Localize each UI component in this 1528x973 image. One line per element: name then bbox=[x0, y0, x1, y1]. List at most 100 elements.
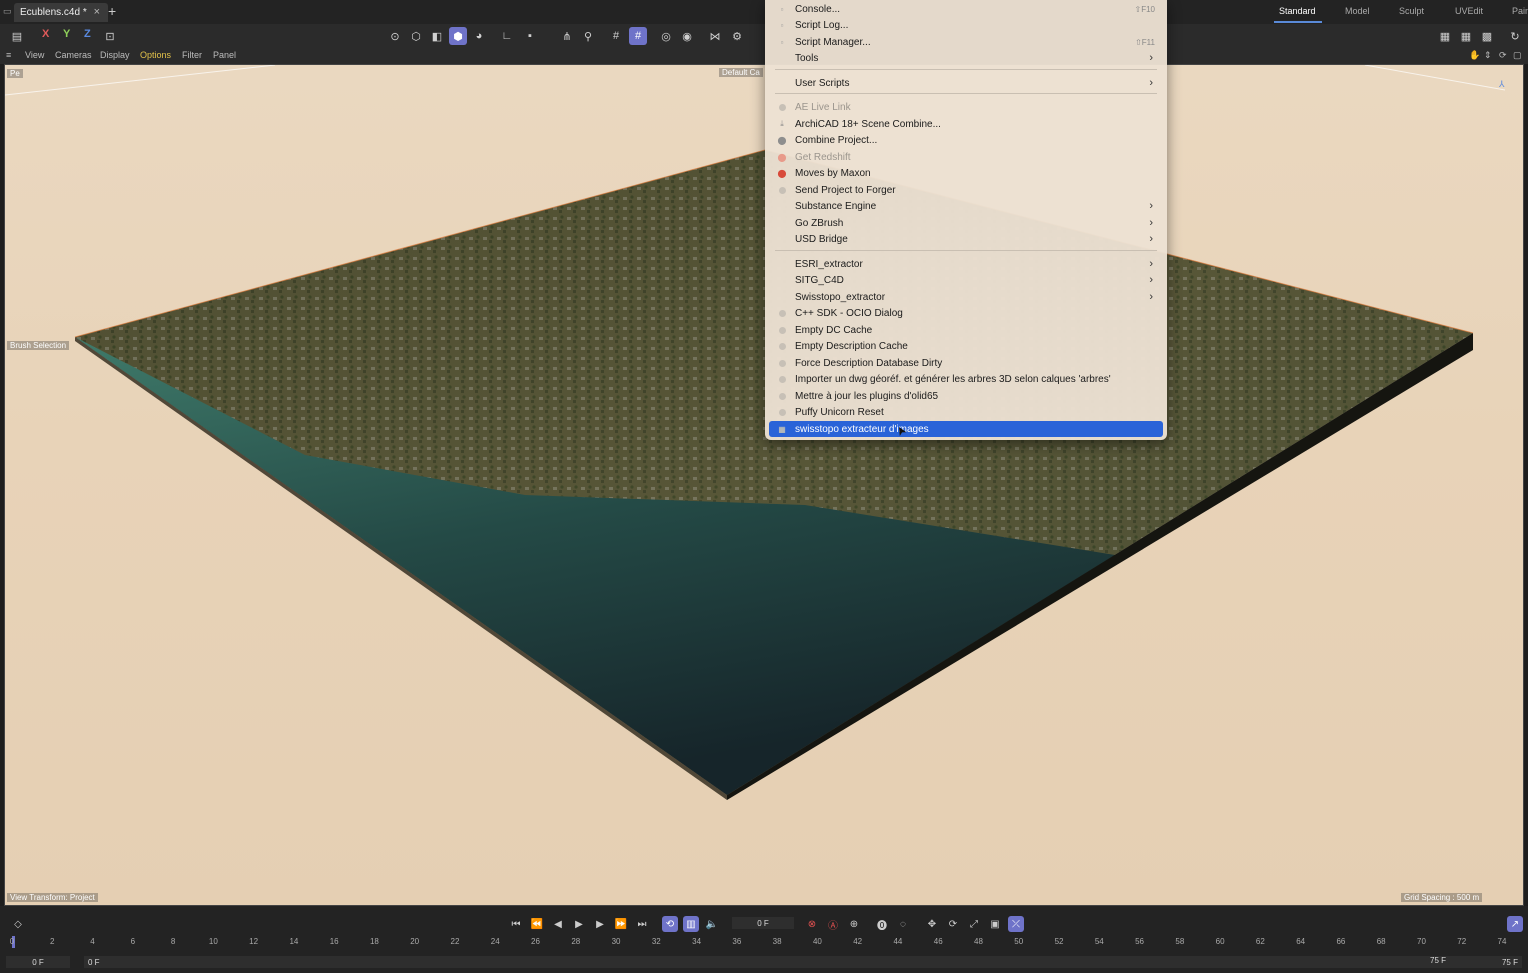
preview-end-field[interactable]: 75 F bbox=[1430, 956, 1446, 965]
render-region-icon[interactable]: ◎ bbox=[657, 27, 675, 45]
menu-item-go-zbrush[interactable]: Go ZBrush › bbox=[769, 215, 1163, 231]
layout-tab-model[interactable]: Model bbox=[1345, 6, 1370, 16]
viewport-zoom-icon[interactable]: ⇕ bbox=[1484, 50, 1492, 61]
menu-item-swisstopo-extracteur-d-images[interactable]: ▦ swisstopo extracteur d'images bbox=[769, 421, 1163, 437]
menu-item-force-description-database-dirty[interactable]: Force Description Database Dirty bbox=[769, 355, 1163, 371]
render-clapper-icon[interactable]: ▦ bbox=[1436, 27, 1454, 45]
render-to-picture-viewer-icon[interactable]: ▦ bbox=[1457, 27, 1475, 45]
timeline-tick-label: 12 bbox=[249, 937, 259, 946]
snap-settings-icon[interactable]: ⚲ bbox=[579, 27, 597, 45]
menu-item-c-sdk-ocio-dialog[interactable]: C++ SDK - OCIO Dialog bbox=[769, 305, 1163, 321]
f-curve-icon[interactable]: ↗ bbox=[1507, 916, 1523, 932]
next-frame-icon[interactable]: ▶ bbox=[592, 916, 608, 932]
menu-item-substance-engine[interactable]: Substance Engine › bbox=[769, 198, 1163, 214]
previous-frame-icon[interactable]: ◀ bbox=[550, 916, 566, 932]
menu-item-usd-bridge[interactable]: USD Bridge › bbox=[769, 231, 1163, 247]
rotation-key-icon[interactable]: ⟳ bbox=[945, 916, 961, 932]
param-key-icon[interactable]: ▣ bbox=[987, 916, 1003, 932]
menu-item-importer-un-dwg-g-or-f-et-g-n-rer-les-arbres-3d-selon-calques-arbres[interactable]: Importer un dwg géoréf. et générer les a… bbox=[769, 371, 1163, 387]
loop-icon[interactable]: ⟲ bbox=[662, 916, 678, 932]
viewport-menu-cameras[interactable]: Cameras bbox=[55, 50, 92, 60]
menu-item-sitg-c4d[interactable]: SITG_C4D › bbox=[769, 272, 1163, 288]
viewport-menu-options[interactable]: Options bbox=[140, 50, 171, 60]
layout-tab-standard[interactable]: Standard bbox=[1279, 6, 1316, 16]
coordinate-system-icon[interactable]: ⊡ bbox=[101, 27, 119, 45]
locked-workplane-icon[interactable]: ▪ bbox=[521, 27, 539, 45]
viewport-rotate-icon[interactable]: ⟳ bbox=[1499, 50, 1507, 61]
preview-start-field[interactable]: 0 F bbox=[84, 956, 1468, 968]
menu-item-script-manager[interactable]: ▫ Script Manager... ⇧F11 bbox=[769, 34, 1163, 50]
menu-item-mettre-jour-les-plugins-d-olid65[interactable]: Mettre à jour les plugins d'olid65 bbox=[769, 388, 1163, 404]
model-mode-icon[interactable]: ⬢ bbox=[449, 27, 467, 45]
menu-item-swisstopo-extractor[interactable]: Swisstopo_extractor › bbox=[769, 289, 1163, 305]
layout-tab-uvedit[interactable]: UVEdit bbox=[1455, 6, 1483, 16]
go-to-start-icon[interactable]: ⏮ bbox=[508, 916, 524, 932]
texture-mode-icon[interactable]: ◕ bbox=[470, 27, 488, 45]
menu-item-script-log[interactable]: ▫ Script Log... bbox=[769, 17, 1163, 33]
menu-item-tools[interactable]: Tools › bbox=[769, 50, 1163, 66]
add-tab-button[interactable]: + bbox=[108, 3, 116, 19]
record-keys-icon[interactable]: ⊗ bbox=[804, 916, 820, 932]
parameter-keys-icon[interactable]: ⓿ bbox=[874, 916, 890, 932]
start-frame-field[interactable]: 0 F bbox=[6, 956, 70, 968]
sound-icon[interactable]: 🔈 bbox=[704, 916, 720, 932]
3d-viewport[interactable]: Pe Default Ca Brush Selection View Trans… bbox=[4, 64, 1524, 906]
grid-icon[interactable]: # bbox=[607, 27, 625, 45]
document-tab[interactable]: Ecublens.c4d * × bbox=[14, 3, 108, 22]
viewport-menu-display[interactable]: Display bbox=[100, 50, 130, 60]
viewport-hamburger-icon[interactable]: ≡ bbox=[6, 50, 11, 60]
layout-tab-sculpt[interactable]: Sculpt bbox=[1399, 6, 1424, 16]
undo-icon[interactable]: ▤ bbox=[8, 27, 26, 45]
polygons-mode-icon[interactable]: ◧ bbox=[428, 27, 446, 45]
go-to-end-icon[interactable]: ⏭ bbox=[634, 916, 650, 932]
menu-item-archicad-18-scene-combine[interactable]: ⤓ ArchiCAD 18+ Scene Combine... bbox=[769, 116, 1163, 132]
menu-item-moves-by-maxon[interactable]: ⬤ Moves by Maxon bbox=[769, 165, 1163, 181]
point-level-icon[interactable]: ◌ bbox=[895, 916, 911, 932]
grid-snap-icon[interactable]: # bbox=[629, 27, 647, 45]
menu-item-combine-project[interactable]: ⬤ Combine Project... bbox=[769, 132, 1163, 148]
edges-mode-icon[interactable]: ⬡ bbox=[407, 27, 425, 45]
next-key-icon[interactable]: ⏩ bbox=[613, 916, 629, 932]
keyframe-diamond-icon[interactable]: ◇ bbox=[10, 916, 26, 932]
position-key-icon[interactable]: ✥ bbox=[924, 916, 940, 932]
x-axis-toggle[interactable]: X bbox=[42, 28, 49, 40]
viewport-move-icon[interactable]: ✋ bbox=[1469, 50, 1480, 61]
symmetry-icon[interactable]: ⋈ bbox=[706, 27, 724, 45]
viewport-maximize-icon[interactable]: ▢ bbox=[1513, 50, 1522, 61]
play-icon[interactable]: ▶ bbox=[571, 916, 587, 932]
menu-item-send-project-to-forger[interactable]: Send Project to Forger bbox=[769, 182, 1163, 198]
interpolation-icon[interactable]: ⤫ bbox=[1008, 916, 1024, 932]
menu-item-ae-live-link[interactable]: AE Live Link bbox=[769, 99, 1163, 115]
viewport-menu-view[interactable]: View bbox=[25, 50, 44, 60]
render-view-icon[interactable]: ◉ bbox=[678, 27, 696, 45]
close-tab-icon[interactable]: × bbox=[94, 6, 100, 18]
viewport-menu-panel[interactable]: Panel bbox=[213, 50, 236, 60]
menu-item-empty-dc-cache[interactable]: Empty DC Cache bbox=[769, 322, 1163, 338]
menu-item-empty-description-cache[interactable]: Empty Description Cache bbox=[769, 338, 1163, 354]
sync-icon[interactable]: ↻ bbox=[1506, 27, 1524, 45]
timeline-mode-icon[interactable]: ▥ bbox=[683, 916, 699, 932]
layout-tab-paint[interactable]: Pain bbox=[1512, 6, 1528, 16]
snap-icon[interactable]: ⋔ bbox=[558, 27, 576, 45]
viewport-menu-filter[interactable]: Filter bbox=[182, 50, 202, 60]
menu-item-user-scripts[interactable]: User Scripts › bbox=[769, 75, 1163, 91]
menu-item-get-redshift[interactable]: ⬤ Get Redshift bbox=[769, 149, 1163, 165]
points-mode-icon[interactable]: ⊙ bbox=[386, 27, 404, 45]
end-frame-field[interactable]: 75 F bbox=[1466, 956, 1522, 968]
menu-item-puffy-unicorn-reset[interactable]: Puffy Unicorn Reset bbox=[769, 404, 1163, 420]
render-settings-icon[interactable]: ▩ bbox=[1478, 27, 1496, 45]
keyframe-selection-icon[interactable]: ⊕ bbox=[846, 916, 862, 932]
timeline-tick-label: 26 bbox=[531, 937, 540, 946]
menu-item-esri-extractor[interactable]: ESRI_extractor › bbox=[769, 256, 1163, 272]
autokey-icon[interactable]: Ⓐ bbox=[825, 916, 841, 932]
workplane-icon[interactable]: ∟ bbox=[498, 27, 516, 45]
current-frame-field[interactable]: 0 F bbox=[732, 917, 794, 929]
scale-key-icon[interactable]: ⤢ bbox=[966, 916, 982, 932]
z-axis-toggle[interactable]: Z bbox=[84, 28, 91, 40]
y-axis-toggle[interactable]: Y bbox=[63, 28, 70, 40]
app-menu-icon[interactable]: ▭ bbox=[3, 6, 12, 17]
view-name-label[interactable]: Pe bbox=[7, 69, 23, 78]
menu-item-console[interactable]: ▫ Console... ⇧F10 bbox=[769, 1, 1163, 17]
settings-gear-icon[interactable]: ⚙ bbox=[728, 27, 746, 45]
previous-key-icon[interactable]: ⏪ bbox=[529, 916, 545, 932]
